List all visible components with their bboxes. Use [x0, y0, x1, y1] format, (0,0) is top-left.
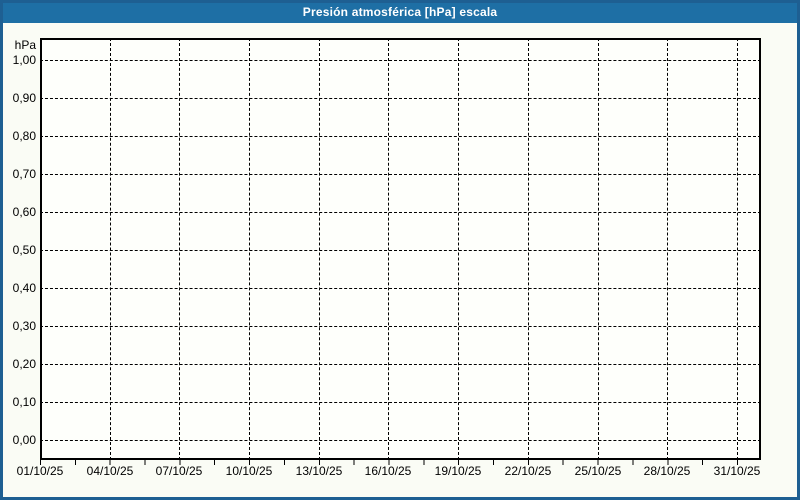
- x-tick-label: 28/10/25: [643, 464, 691, 478]
- h-gridline: [40, 212, 761, 213]
- chart-title-bar: Presión atmosférica [hPa] escala: [0, 0, 800, 23]
- h-gridline: [40, 288, 761, 289]
- h-gridline: [40, 440, 761, 441]
- y-tick-label: 0,70: [12, 167, 36, 181]
- x-tick-label: 01/10/25: [16, 464, 64, 478]
- x-tick-label: 22/10/25: [504, 464, 552, 478]
- y-tick-label: 0,20: [12, 357, 36, 371]
- h-gridline: [40, 364, 761, 365]
- x-tick-label: 13/10/25: [295, 464, 343, 478]
- y-tick-label: 0,00: [12, 433, 36, 447]
- y-axis-unit-label: hPa: [14, 38, 36, 52]
- x-tick-label: 25/10/25: [574, 464, 622, 478]
- y-tick-label: 0,30: [12, 319, 36, 333]
- y-tick-label: 1,00: [12, 53, 36, 67]
- h-gridline: [40, 60, 761, 61]
- v-gridline: [249, 38, 250, 460]
- h-gridline: [40, 174, 761, 175]
- y-tick-label: 0,80: [12, 129, 36, 143]
- v-gridline: [319, 38, 320, 460]
- x-tick-label: 31/10/25: [713, 464, 761, 478]
- plot-border: [40, 38, 761, 460]
- x-tick-label: 16/10/25: [364, 464, 412, 478]
- v-gridline: [110, 38, 111, 460]
- h-gridline: [40, 326, 761, 327]
- chart-title: Presión atmosférica [hPa] escala: [302, 4, 498, 19]
- h-gridline: [40, 250, 761, 251]
- y-tick-label: 0,50: [12, 243, 36, 257]
- v-gridline: [528, 38, 529, 460]
- v-gridline: [458, 38, 459, 460]
- x-tick-label: 04/10/25: [86, 464, 134, 478]
- x-tick-label: 19/10/25: [434, 464, 482, 478]
- y-tick-label: 0,60: [12, 205, 36, 219]
- h-gridline: [40, 98, 761, 99]
- v-gridline: [737, 38, 738, 460]
- h-gridline: [40, 136, 761, 137]
- v-gridline: [598, 38, 599, 460]
- v-gridline: [667, 38, 668, 460]
- v-gridline: [179, 38, 180, 460]
- y-tick-label: 0,10: [12, 395, 36, 409]
- h-gridline: [40, 402, 761, 403]
- y-tick-label: 0,40: [12, 281, 36, 295]
- chart-window: Presión atmosférica [hPa] escala hPa 1,0…: [0, 0, 800, 500]
- x-tick-label: 07/10/25: [155, 464, 203, 478]
- x-tick-label: 10/10/25: [225, 464, 273, 478]
- v-gridline: [388, 38, 389, 460]
- y-tick-label: 0,90: [12, 91, 36, 105]
- plot-area: [40, 38, 761, 460]
